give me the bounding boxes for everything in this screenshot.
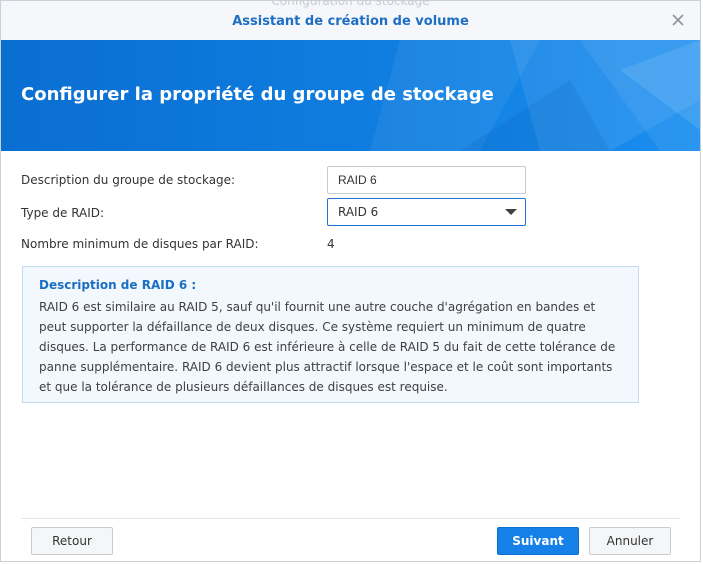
close-icon bbox=[672, 14, 684, 26]
raid-type-label: Type de RAID: bbox=[21, 206, 105, 220]
next-button[interactable]: Suivant bbox=[497, 527, 579, 555]
min-disks-value: 4 bbox=[327, 237, 335, 251]
dialog-titlebar: Configuration du stockage Assistant de c… bbox=[1, 0, 700, 41]
raid-description-text: RAID 6 est similaire au RAID 5, sauf qu'… bbox=[39, 300, 616, 394]
page-title: Configurer la propriété du groupe de sto… bbox=[21, 84, 494, 105]
raid-description-box: Description de RAID 6 : RAID 6 est simil… bbox=[22, 266, 639, 403]
background-window-title: Configuration du stockage bbox=[271, 0, 430, 8]
raid-description-heading: Description de RAID 6 : bbox=[39, 278, 197, 292]
min-disks-label: Nombre minimum de disques par RAID: bbox=[21, 237, 259, 251]
dialog-title: Assistant de création de volume bbox=[232, 14, 469, 29]
raid-type-selected-value: RAID 6 bbox=[338, 205, 379, 219]
description-input[interactable] bbox=[327, 166, 526, 194]
close-button[interactable] bbox=[670, 12, 686, 28]
volume-wizard-dialog: Configuration du stockage Assistant de c… bbox=[0, 0, 701, 562]
wizard-banner: Configurer la propriété du groupe de sto… bbox=[1, 40, 700, 151]
back-button[interactable]: Retour bbox=[31, 527, 113, 555]
description-label: Description du groupe de stockage: bbox=[21, 173, 236, 187]
footer-divider bbox=[21, 518, 680, 519]
chevron-down-icon bbox=[505, 209, 517, 215]
cancel-button[interactable]: Annuler bbox=[589, 527, 671, 555]
raid-type-select[interactable]: RAID 6 bbox=[327, 198, 526, 226]
